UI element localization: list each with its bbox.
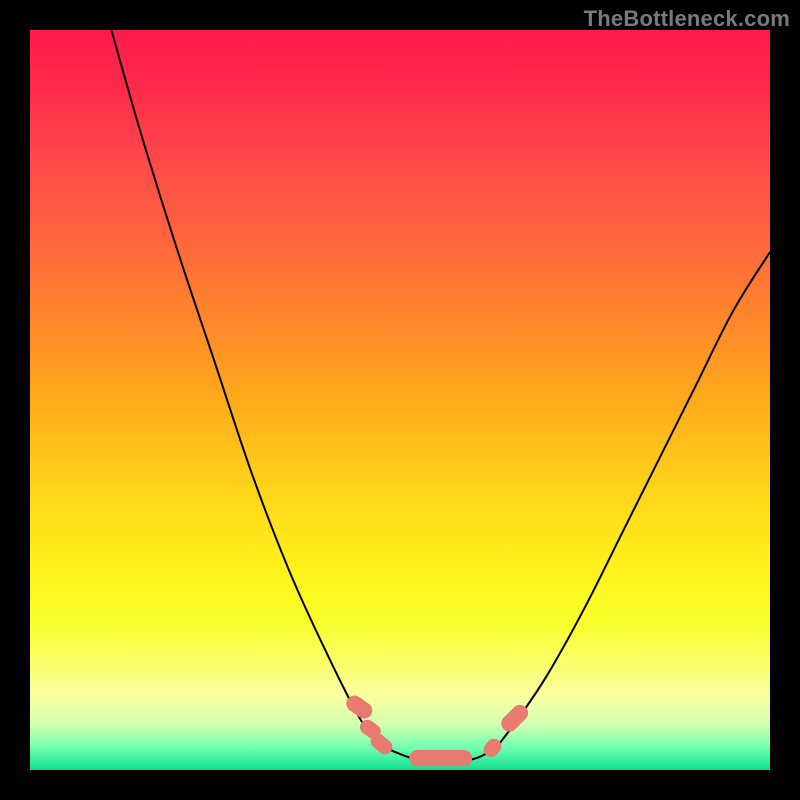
floor-markers — [343, 692, 531, 766]
curve-left-branch — [111, 30, 385, 748]
curve-right-branch — [496, 252, 770, 748]
curve-layer — [30, 30, 770, 770]
chart-frame: TheBottleneck.com — [0, 0, 800, 800]
marker-pill — [481, 736, 505, 760]
plot-area — [30, 30, 770, 770]
watermark-text: TheBottleneck.com — [584, 6, 790, 32]
marker-pill — [409, 750, 472, 766]
